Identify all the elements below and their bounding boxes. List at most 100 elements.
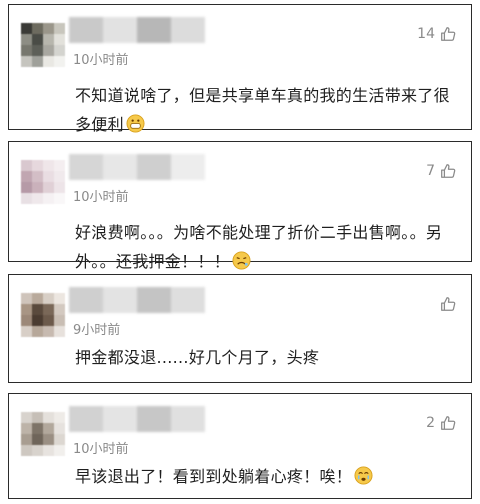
username-blur-block <box>103 17 137 43</box>
avatar-pixel <box>54 193 65 204</box>
avatar-pixel <box>54 56 65 67</box>
avatar-pixel <box>21 434 32 445</box>
avatar-pixel <box>21 304 32 315</box>
avatar-pixel <box>32 23 43 34</box>
avatar-pixel <box>32 193 43 204</box>
avatar-pixel <box>43 434 54 445</box>
like-button[interactable]: 14 <box>417 25 457 43</box>
avatar-pixel <box>21 423 32 434</box>
thumbs-up-icon <box>441 27 456 41</box>
avatar-pixel <box>32 160 43 171</box>
like-count: 2 <box>426 415 435 431</box>
avatar-pixel <box>54 315 65 326</box>
avatar-pixel <box>43 160 54 171</box>
avatar-pixel <box>32 56 43 67</box>
avatar-pixel <box>43 182 54 193</box>
username-blur-block <box>103 406 137 432</box>
avatar-pixel <box>21 326 32 337</box>
comment-text: 好浪费啊。。。为啥不能处理了折价二手出售啊。。另外。。还我押金！！！ <box>75 218 451 276</box>
username-blur-block <box>171 287 205 313</box>
username-blur-block <box>137 154 171 180</box>
comment-card: 10小时前 2 早该退出了！看到到处躺着心疼！唉！ <box>8 393 472 499</box>
avatar-pixel <box>32 423 43 434</box>
avatar-pixel <box>32 412 43 423</box>
avatar-pixel <box>54 434 65 445</box>
avatar-pixel <box>43 423 54 434</box>
username-blurred[interactable] <box>69 17 205 43</box>
avatar-pixel <box>32 293 43 304</box>
avatar-pixel <box>43 56 54 67</box>
avatar-pixel <box>54 23 65 34</box>
avatar[interactable] <box>21 23 65 67</box>
avatar-pixel <box>32 45 43 56</box>
comment-time: 10小时前 <box>73 190 129 205</box>
avatar-pixel <box>43 412 54 423</box>
avatar-pixel <box>54 326 65 337</box>
avatar-pixel <box>54 171 65 182</box>
avatar-pixel <box>43 304 54 315</box>
comment-time: 10小时前 <box>73 53 129 68</box>
like-button[interactable]: 2 <box>426 414 457 432</box>
avatar-pixel <box>43 23 54 34</box>
avatar-pixel <box>21 445 32 456</box>
avatar-pixel <box>21 293 32 304</box>
username-blur-block <box>137 287 171 313</box>
like-button[interactable]: 7 <box>426 162 457 180</box>
avatar-pixel <box>54 423 65 434</box>
avatar-pixel <box>54 34 65 45</box>
username-blur-block <box>137 406 171 432</box>
avatar-pixel <box>21 160 32 171</box>
username-blur-block <box>69 154 103 180</box>
avatar-pixel <box>21 56 32 67</box>
avatar-pixel <box>21 23 32 34</box>
crying-face-emoji <box>354 466 373 485</box>
avatar-pixel <box>54 445 65 456</box>
username-blurred[interactable] <box>69 287 205 313</box>
username-blur-block <box>171 406 205 432</box>
thumbs-up-icon <box>441 297 456 311</box>
username-blur-block <box>103 287 137 313</box>
username-blur-block <box>171 154 205 180</box>
avatar-pixel <box>43 34 54 45</box>
avatar-pixel <box>43 445 54 456</box>
avatar-pixel <box>43 315 54 326</box>
comment-text-body: 早该退出了！看到到处躺着心疼！唉！ <box>75 467 353 486</box>
avatar[interactable] <box>21 160 65 204</box>
avatar-pixel <box>21 412 32 423</box>
like-count: 14 <box>417 26 435 42</box>
username-blur-block <box>103 154 137 180</box>
avatar-pixel <box>54 293 65 304</box>
avatar-pixel <box>32 304 43 315</box>
username-blur-block <box>69 406 103 432</box>
avatar-pixel <box>32 34 43 45</box>
username-blurred[interactable] <box>69 406 205 432</box>
username-blur-block <box>69 287 103 313</box>
weary-face-emoji <box>232 251 251 270</box>
comment-card: 10小时前 14 不知道说啥了，但是共享单车真的我的生活带来了很多便利 <box>8 4 472 134</box>
avatar-pixel <box>43 45 54 56</box>
comment-time: 9小时前 <box>73 323 121 338</box>
avatar-pixel <box>21 45 32 56</box>
avatar-pixel <box>32 445 43 456</box>
comment-text: 押金都没退......好几个月了，头疼 <box>75 348 320 367</box>
comment-text-body: 好浪费啊。。。为啥不能处理了折价二手出售啊。。另外。。还我押金！！！ <box>75 223 443 271</box>
username-blur-block <box>137 17 171 43</box>
avatar-pixel <box>32 315 43 326</box>
avatar-pixel <box>21 171 32 182</box>
like-button[interactable] <box>435 295 457 313</box>
avatar-pixel <box>32 434 43 445</box>
avatar-pixel <box>43 171 54 182</box>
avatar-pixel <box>43 326 54 337</box>
avatar-pixel <box>21 193 32 204</box>
avatar[interactable] <box>21 412 65 456</box>
username-blur-block <box>171 17 205 43</box>
comment-text: 早该退出了！看到到处躺着心疼！唉！ <box>75 462 451 491</box>
avatar-pixel <box>32 326 43 337</box>
avatar-pixel <box>32 171 43 182</box>
avatar-pixel <box>54 182 65 193</box>
avatar[interactable] <box>21 293 65 337</box>
username-blurred[interactable] <box>69 154 205 180</box>
comment-card: 10小时前 7 好浪费啊。。。为啥不能处理了折价二手出售啊。。另外。。还我押金！… <box>8 141 472 271</box>
comment-time: 10小时前 <box>73 442 129 457</box>
avatar-pixel <box>43 193 54 204</box>
